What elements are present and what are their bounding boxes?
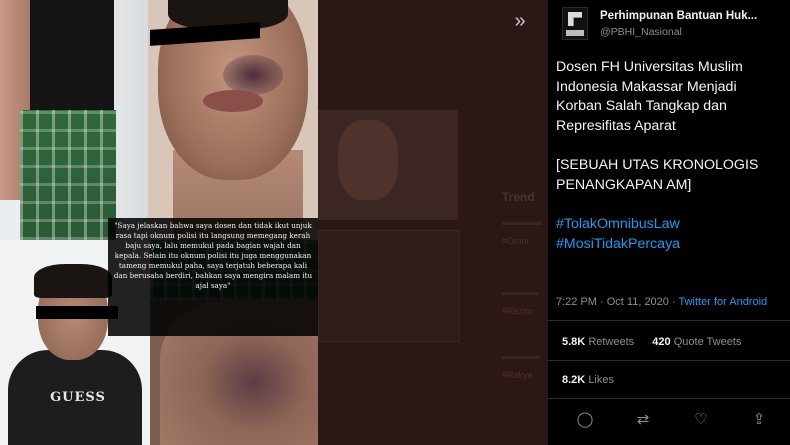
quotes-label: Quote Tweets	[673, 336, 742, 348]
tweet-source[interactable]: Twitter for Android	[679, 296, 768, 308]
backdrop-item: #Rezim	[502, 306, 533, 316]
share-icon: ⇪	[752, 411, 766, 428]
reply-button[interactable]: ◯	[570, 405, 600, 435]
hashtag-link[interactable]: #TolakOmnibusLaw	[556, 215, 786, 235]
hashtag-link[interactable]: #MosiTidakPercaya	[556, 235, 786, 255]
like-button[interactable]: ♡	[686, 405, 716, 435]
quotes-count: 420	[652, 336, 671, 348]
divider	[548, 398, 790, 399]
likes-count: 8.2K	[562, 374, 586, 386]
swollen-lip	[203, 90, 263, 112]
pbhi-logo-bar	[566, 30, 584, 36]
backdrop-line	[502, 222, 542, 225]
photo-bruised-face	[148, 0, 318, 240]
tweet-actions: ◯ ⇄ ♡ ⇪	[548, 405, 790, 435]
collapse-panel-button[interactable]: »	[508, 10, 532, 34]
shirt-logo-text: GUESS	[50, 390, 106, 405]
tweet-headline: Dosen FH Universitas Muslim Indonesia Ma…	[556, 59, 743, 134]
retweet-icon: ⇄	[636, 411, 650, 428]
pbhi-logo-icon	[568, 12, 582, 26]
backdrop-photo	[318, 110, 458, 220]
tweet-body: Dosen FH Universitas Muslim Indonesia Ma…	[556, 58, 786, 254]
hair	[34, 264, 112, 298]
likes-label: Likes	[588, 374, 614, 386]
tweet-timestamp[interactable]: 7:22 PM · Oct 11, 2020 ·	[556, 296, 679, 308]
tweet-meta: 7:22 PM · Oct 11, 2020 · Twitter for And…	[556, 296, 767, 308]
photo-injured-arm	[0, 0, 148, 240]
divider	[548, 320, 790, 321]
backdrop-face	[338, 120, 398, 200]
tweet-subtitle: [SEBUAH UTAS KRONOLOGIS PENANGKAPAN AM]	[556, 157, 759, 193]
heart-icon: ♡	[694, 411, 708, 428]
tweet-panel: Perhimpunan Bantuan Huk... @PBHI_Nasiona…	[548, 0, 790, 445]
double-chevron-right-icon: »	[514, 10, 526, 32]
dimmed-page-background: Trend #Omni #Rezim #Rakya	[318, 0, 548, 445]
bruise	[223, 55, 283, 95]
backdrop-line	[502, 292, 538, 295]
author-name[interactable]: Perhimpunan Bantuan Huk...	[600, 10, 770, 22]
likes-stat[interactable]: 8.2K Likes	[562, 374, 614, 386]
divider	[548, 360, 790, 361]
author-avatar[interactable]	[562, 7, 588, 40]
author-handle[interactable]: @PBHI_Nasional	[600, 26, 682, 38]
share-button[interactable]: ⇪	[744, 405, 774, 435]
retweets-stat[interactable]: 5.8K Retweets	[562, 336, 634, 348]
eye-censor-bar	[36, 306, 118, 319]
plaid-sarong	[20, 110, 116, 240]
retweets-count: 5.8K	[562, 336, 586, 348]
backdrop-item: #Rakya	[502, 370, 533, 380]
reply-icon: ◯	[576, 411, 594, 428]
backdrop-trending-label: Trend	[502, 190, 535, 204]
backdrop-embed	[318, 230, 460, 342]
retweets-label: Retweets	[588, 336, 635, 348]
engagement-stats: 5.8K Retweets 420 Quote Tweets	[562, 336, 741, 348]
testimony-quote: "Saya jelaskan bahwa saya dosen dan tida…	[108, 218, 318, 336]
backdrop-item: #Omni	[502, 236, 529, 246]
tweet-image-collage[interactable]: GUESS "Saya jelaskan bahwa saya dosen da…	[0, 0, 318, 445]
backdrop-line	[502, 356, 540, 359]
retweet-button[interactable]: ⇄	[628, 405, 658, 435]
quotes-stat[interactable]: 420 Quote Tweets	[652, 336, 741, 348]
